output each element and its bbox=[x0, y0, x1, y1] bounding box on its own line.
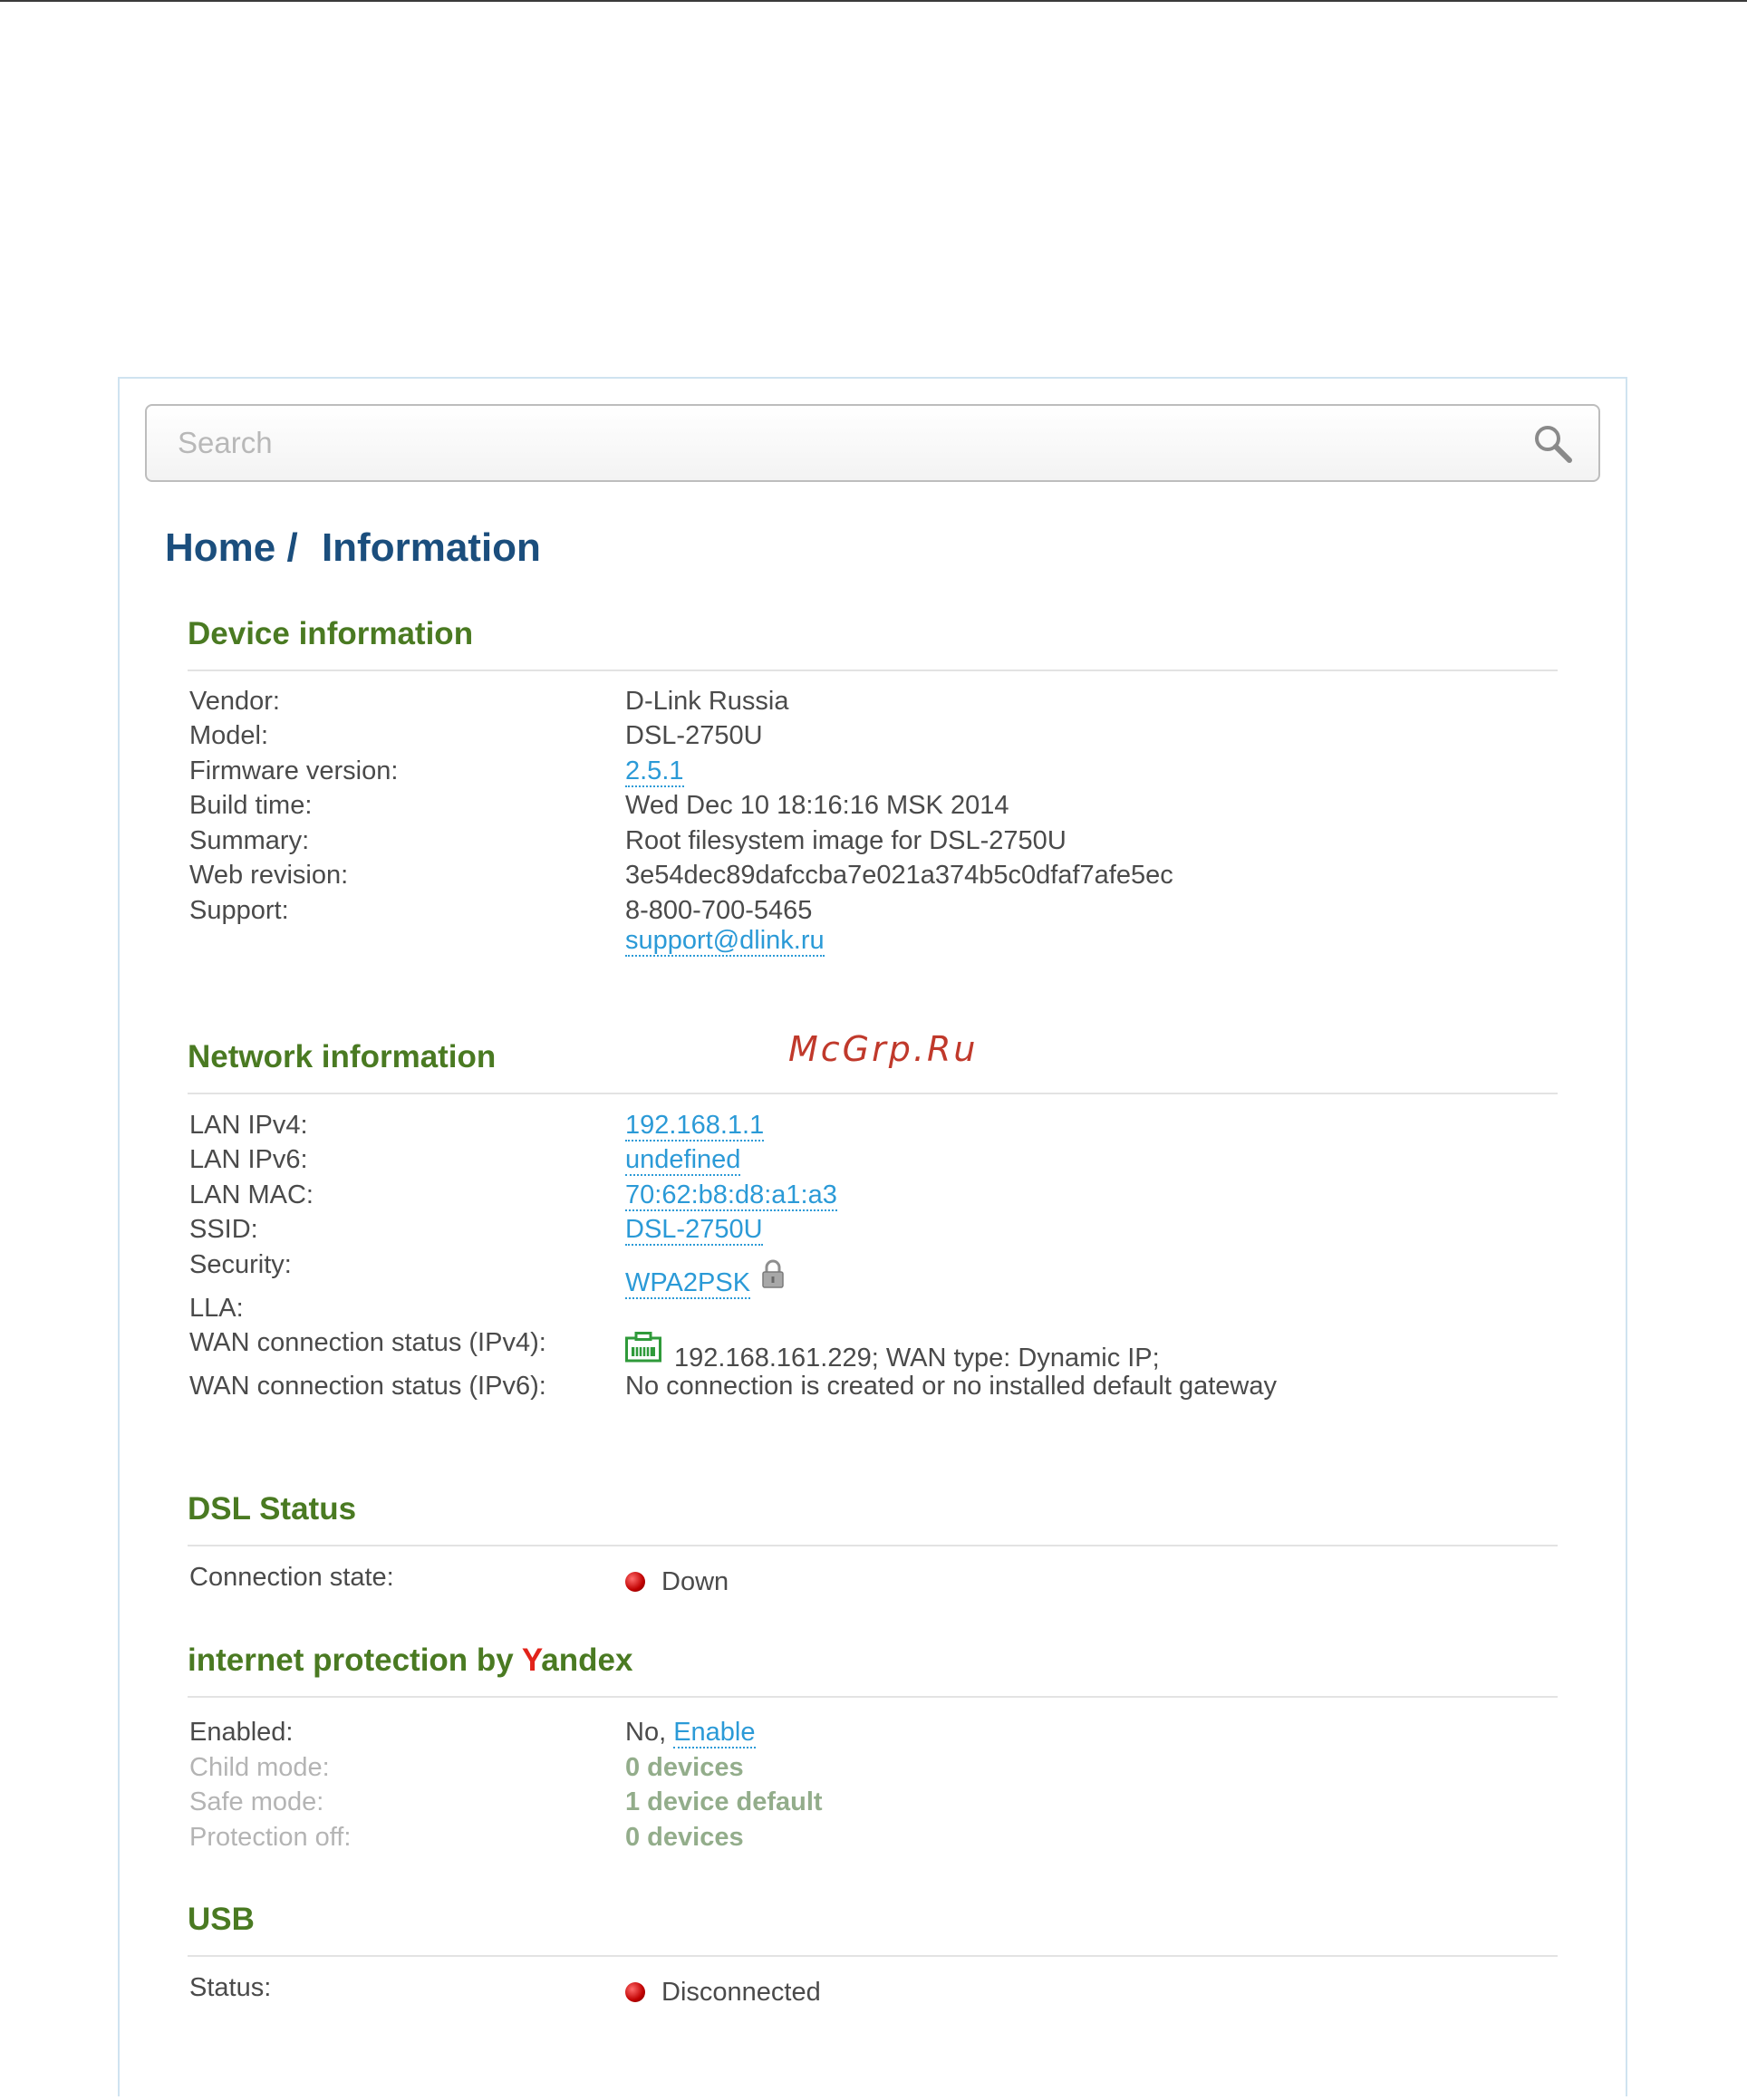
model-row: Model: DSL-2750U bbox=[188, 718, 1558, 753]
lan-ipv4-label: LAN IPv4: bbox=[189, 1111, 308, 1140]
safe-mode-value: 1 device default bbox=[625, 1787, 823, 1816]
build-value: Wed Dec 10 18:16:16 MSK 2014 bbox=[625, 791, 1009, 820]
search-icon[interactable] bbox=[1531, 422, 1575, 466]
model-value: DSL-2750U bbox=[625, 721, 763, 750]
lan-mac-label: LAN MAC: bbox=[189, 1180, 314, 1209]
lan-mac-row: LAN MAC: 70:62:b8:d8:a1:a3 bbox=[188, 1178, 1558, 1212]
lock-icon bbox=[762, 1259, 784, 1288]
network-info-title: Network information bbox=[188, 1039, 497, 1074]
divider bbox=[188, 1545, 1558, 1546]
summary-row: Summary: Root filesystem image for DSL-2… bbox=[188, 824, 1558, 858]
lan-ipv6-row: LAN IPv6: undefined bbox=[188, 1142, 1558, 1177]
webrev-value: 3e54dec89dafccba7e021a374b5c0dfaf7afe5ec bbox=[625, 861, 1173, 890]
status-red-dot-icon bbox=[625, 1572, 645, 1592]
enabled-row: Enabled: No, Enable bbox=[188, 1715, 1558, 1749]
model-label: Model: bbox=[189, 721, 269, 750]
vendor-label: Vendor: bbox=[189, 687, 280, 716]
support-email-row: support@dlink.ru bbox=[188, 923, 1558, 958]
yandex-protection-title: internet protection by Yandex bbox=[188, 1638, 1558, 1683]
ethernet-port-icon bbox=[625, 1332, 661, 1363]
child-mode-value: 0 devices bbox=[625, 1753, 744, 1782]
wan6-label: WAN connection status (IPv6): bbox=[189, 1372, 546, 1401]
firmware-row: Firmware version: 2.5.1 bbox=[188, 754, 1558, 788]
firmware-link[interactable]: 2.5.1 bbox=[625, 756, 684, 787]
lan-ipv4-link[interactable]: 192.168.1.1 bbox=[625, 1111, 765, 1142]
wan6-value: No connection is created or no installed… bbox=[625, 1372, 1277, 1401]
safe-mode-row: Safe mode: 1 device default bbox=[188, 1785, 1558, 1819]
device-info-title: Device information bbox=[188, 616, 474, 651]
wan6-row: WAN connection status (IPv6): No connect… bbox=[188, 1369, 1558, 1403]
yandex-protection-section: internet protection by Yandex Enabled: N… bbox=[188, 1638, 1558, 1852]
ssid-link[interactable]: DSL-2750U bbox=[625, 1215, 763, 1246]
child-mode-row: Child mode: 0 devices bbox=[188, 1750, 1558, 1785]
usb-status-value-row: Disconnected bbox=[188, 1975, 1558, 2009]
usb-status-value: Disconnected bbox=[661, 1978, 821, 2007]
support-email-link[interactable]: support@dlink.ru bbox=[625, 926, 825, 957]
connection-state-value: Down bbox=[661, 1567, 729, 1596]
ssid-label: SSID: bbox=[189, 1215, 258, 1244]
lan-ipv6-link[interactable]: undefined bbox=[625, 1145, 741, 1176]
usb-section: USB Status: Disconnected bbox=[188, 1897, 1558, 2007]
divider bbox=[188, 669, 1558, 671]
lla-row: LLA: bbox=[188, 1291, 1558, 1325]
dsl-status-title: DSL Status bbox=[188, 1491, 357, 1527]
summary-value: Root filesystem image for DSL-2750U bbox=[625, 826, 1067, 855]
lan-ipv4-row: LAN IPv4: 192.168.1.1 bbox=[188, 1108, 1558, 1142]
divider bbox=[188, 1093, 1558, 1094]
safe-mode-label: Safe mode: bbox=[189, 1787, 324, 1816]
firmware-label: Firmware version: bbox=[189, 756, 399, 785]
breadcrumb: Home / Information bbox=[165, 525, 541, 571]
breadcrumb-home[interactable]: Home / bbox=[165, 525, 298, 571]
search-input[interactable]: Search bbox=[178, 426, 273, 460]
protection-off-label: Protection off: bbox=[189, 1823, 352, 1852]
lan-mac-link[interactable]: 70:62:b8:d8:a1:a3 bbox=[625, 1180, 837, 1211]
ssid-row: SSID: DSL-2750U bbox=[188, 1212, 1558, 1247]
divider bbox=[188, 1696, 1558, 1698]
protection-off-value: 0 devices bbox=[625, 1823, 744, 1852]
status-red-dot-icon bbox=[625, 1982, 645, 2002]
yandex-title-prefix: internet protection by bbox=[188, 1642, 522, 1678]
enabled-value: No, bbox=[625, 1718, 667, 1747]
divider bbox=[188, 1955, 1558, 1957]
vendor-row: Vendor: D-Link Russia bbox=[188, 684, 1558, 718]
yandex-title-y: Y bbox=[521, 1642, 542, 1678]
search-bar[interactable]: Search bbox=[145, 404, 1600, 482]
yandex-title-rest: andex bbox=[541, 1642, 633, 1678]
vendor-value: D-Link Russia bbox=[625, 687, 789, 716]
enabled-label: Enabled: bbox=[189, 1718, 294, 1747]
usb-title: USB bbox=[188, 1902, 255, 1937]
device-info-section: Device information Vendor: D-Link Russia… bbox=[188, 612, 1558, 957]
network-info-section: Network information LAN IPv4: 192.168.1.… bbox=[188, 1035, 1558, 1401]
child-mode-label: Child mode: bbox=[189, 1753, 330, 1782]
page-top-rule bbox=[0, 0, 1747, 2]
page-title: Information bbox=[321, 525, 541, 570]
build-label: Build time: bbox=[189, 791, 313, 820]
connection-state-value-row: Down bbox=[188, 1565, 1558, 1599]
lla-label: LLA: bbox=[189, 1294, 244, 1323]
webrev-label: Web revision: bbox=[189, 861, 349, 890]
wan4-value-row: 192.168.161.229; WAN type: Dynamic IP; bbox=[188, 1332, 1558, 1373]
enable-link[interactable]: Enable bbox=[673, 1718, 756, 1748]
build-row: Build time: Wed Dec 10 18:16:16 MSK 2014 bbox=[188, 788, 1558, 823]
protection-off-row: Protection off: 0 devices bbox=[188, 1820, 1558, 1854]
webrev-row: Web revision: 3e54dec89dafccba7e021a374b… bbox=[188, 858, 1558, 892]
dsl-status-section: DSL Status Connection state: Down bbox=[188, 1487, 1558, 1596]
lan-ipv6-label: LAN IPv6: bbox=[189, 1145, 308, 1174]
summary-label: Summary: bbox=[189, 826, 310, 855]
